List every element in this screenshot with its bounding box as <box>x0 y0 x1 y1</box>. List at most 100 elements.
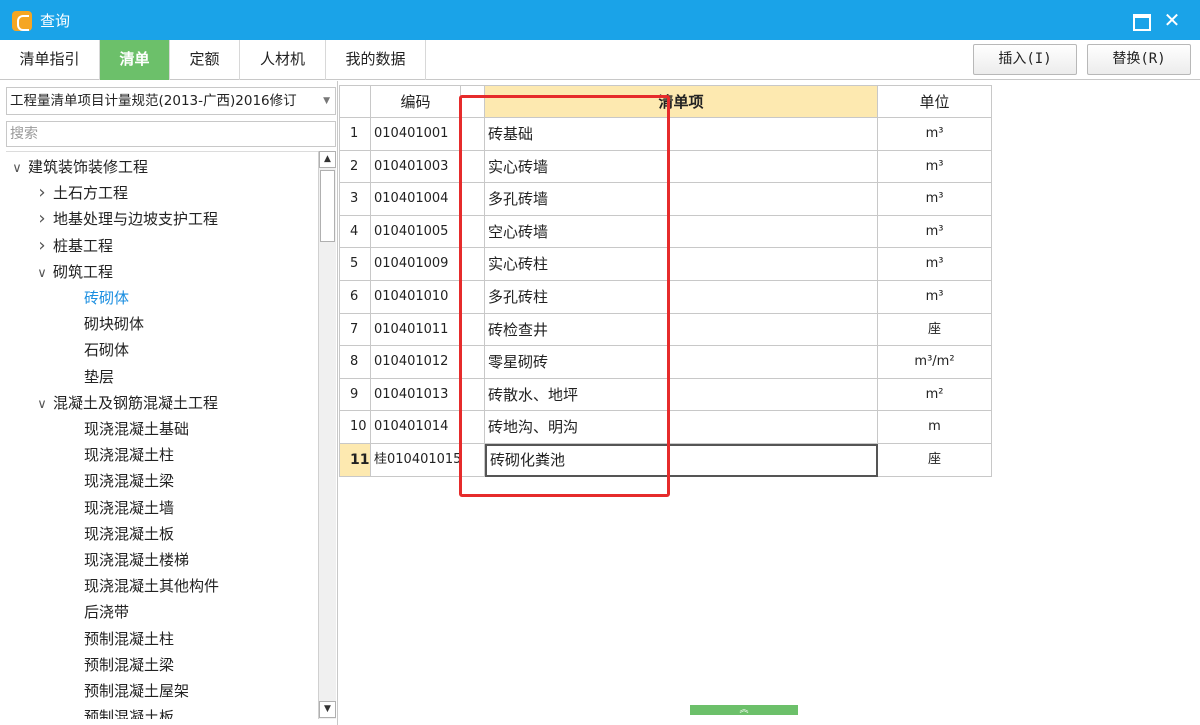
chevron-down-icon[interactable]: ∨ <box>31 392 53 418</box>
row-index[interactable]: 7 <box>339 313 371 347</box>
tree-item[interactable]: ∨ 建筑装饰装修工程 <box>6 154 148 180</box>
insert-button[interactable]: 插入(I) <box>973 44 1077 75</box>
list-code-cell[interactable]: 010401012 <box>371 346 461 379</box>
list-code-cell[interactable]: 010401004 <box>371 183 461 216</box>
list-name-cell[interactable]: 砖地沟、明沟 <box>485 411 878 444</box>
tree-item[interactable]: 预制混凝土柱 <box>84 626 174 652</box>
tree-item[interactable]: › 地基处理与边坡支护工程 <box>31 206 218 232</box>
tree-item[interactable]: 现浇混凝土其他构件 <box>84 573 219 599</box>
list-name-cell[interactable]: 砖散水、地坪 <box>485 378 878 412</box>
list-code-cell[interactable]: 010401005 <box>371 215 461 249</box>
row-index[interactable]: 3 <box>339 183 371 216</box>
row-index[interactable]: 10 <box>339 411 371 444</box>
tree-item[interactable]: 石砌体 <box>84 337 129 363</box>
list-unit-cell[interactable]: m <box>878 411 992 444</box>
list-name-cell[interactable]: 实心砖柱 <box>485 248 878 281</box>
chevron-right-icon[interactable]: › <box>31 233 53 259</box>
list-name-cell[interactable]: 空心砖墙 <box>485 215 878 249</box>
blank-cell[interactable] <box>461 183 485 216</box>
tree-item[interactable]: 预制混凝土屋架 <box>84 678 189 704</box>
list-code-cell[interactable]: 010401003 <box>371 150 461 184</box>
row-index[interactable]: 6 <box>339 281 371 314</box>
tab-labor-material[interactable]: 人材机 <box>240 40 326 80</box>
row-index[interactable]: 8 <box>339 346 371 379</box>
tree-item[interactable]: 砖砌体 <box>84 285 129 311</box>
expand-handle-icon[interactable]: ︽ <box>690 705 798 715</box>
list-unit-cell[interactable]: m³/m² <box>878 346 992 379</box>
list-name-cell[interactable]: 砖砌化粪池 <box>485 444 878 477</box>
list-code-cell[interactable]: 010401013 <box>371 378 461 412</box>
tree-item[interactable]: 现浇混凝土板 <box>84 521 174 547</box>
tree-item[interactable]: 后浇带 <box>84 599 129 625</box>
blank-cell[interactable] <box>461 215 485 249</box>
row-index[interactable]: 4 <box>339 215 371 249</box>
chevron-down-icon[interactable]: ∨ <box>31 261 53 287</box>
tree-item[interactable]: 垫层 <box>84 364 114 390</box>
tab-my-data[interactable]: 我的数据 <box>326 40 426 80</box>
list-code-cell[interactable]: 010401014 <box>371 411 461 444</box>
tree-item[interactable]: 现浇混凝土墙 <box>84 495 174 521</box>
maximize-icon[interactable] <box>1128 8 1152 32</box>
row-index[interactable]: 2 <box>339 150 371 184</box>
scroll-down-icon[interactable]: ▼ <box>319 701 336 718</box>
row-index[interactable]: 1 <box>339 118 371 151</box>
tree-item[interactable]: 预制混凝土梁 <box>84 652 174 678</box>
list-name-cell[interactable]: 多孔砖柱 <box>485 281 878 314</box>
list-code-cell[interactable]: 010401011 <box>371 313 461 347</box>
list-name-cell[interactable]: 砖基础 <box>485 118 878 151</box>
blank-cell[interactable] <box>461 313 485 347</box>
header-name[interactable]: 清单项 <box>485 85 878 118</box>
list-name-cell[interactable]: 多孔砖墙 <box>485 183 878 216</box>
list-unit-cell[interactable]: 座 <box>878 444 992 477</box>
list-name-cell[interactable]: 砖检查井 <box>485 313 878 347</box>
tree-item[interactable]: › 桩基工程 <box>31 233 113 259</box>
tab-list[interactable]: 清单 <box>100 40 170 80</box>
tree-item[interactable]: 预制混凝土板 <box>84 704 174 719</box>
blank-cell[interactable] <box>461 281 485 314</box>
close-icon[interactable]: ✕ <box>1160 8 1184 32</box>
tree-item[interactable]: › 土石方工程 <box>31 180 128 206</box>
tab-list-guide[interactable]: 清单指引 <box>0 40 100 80</box>
list-unit-cell[interactable]: m³ <box>878 215 992 249</box>
scroll-up-icon[interactable]: ▲ <box>319 151 336 168</box>
list-unit-cell[interactable]: m³ <box>878 118 992 151</box>
tree-item[interactable]: ∨ 砌筑工程 <box>31 259 113 285</box>
chevron-right-icon[interactable]: › <box>31 180 53 206</box>
blank-cell[interactable] <box>461 346 485 379</box>
replace-button[interactable]: 替换(R) <box>1087 44 1191 75</box>
list-unit-cell[interactable]: m³ <box>878 248 992 281</box>
list-name-cell[interactable]: 零星砌砖 <box>485 346 878 379</box>
chevron-down-icon[interactable]: ∨ <box>6 156 28 182</box>
list-unit-cell[interactable]: 座 <box>878 313 992 347</box>
spec-select[interactable]: 工程量清单项目计量规范(2013-广西)2016修订 ▼ <box>6 87 336 115</box>
list-name-cell[interactable]: 实心砖墙 <box>485 150 878 184</box>
chevron-right-icon[interactable]: › <box>31 206 53 232</box>
scroll-thumb[interactable] <box>320 170 335 242</box>
list-unit-cell[interactable]: m² <box>878 378 992 412</box>
list-code-cell[interactable]: 010401001 <box>371 118 461 151</box>
tree-item[interactable]: 现浇混凝土梁 <box>84 468 174 494</box>
tree-item[interactable]: 现浇混凝土楼梯 <box>84 547 189 573</box>
tree-item[interactable]: 砌块砌体 <box>84 311 144 337</box>
row-index[interactable]: 5 <box>339 248 371 281</box>
list-code-cell[interactable]: 010401010 <box>371 281 461 314</box>
blank-cell[interactable] <box>461 444 485 477</box>
blank-cell[interactable] <box>461 248 485 281</box>
list-unit-cell[interactable]: m³ <box>878 183 992 216</box>
blank-cell[interactable] <box>461 150 485 184</box>
search-input[interactable] <box>6 121 336 147</box>
list-code-cell[interactable]: 010401009 <box>371 248 461 281</box>
tree-item[interactable]: ∨ 混凝土及钢筋混凝土工程 <box>31 390 218 416</box>
blank-cell[interactable] <box>461 411 485 444</box>
tree-item[interactable]: 现浇混凝土基础 <box>84 416 189 442</box>
list-unit-cell[interactable]: m³ <box>878 150 992 184</box>
tab-quota[interactable]: 定额 <box>170 40 240 80</box>
tree-item[interactable]: 现浇混凝土柱 <box>84 442 174 468</box>
blank-cell[interactable] <box>461 378 485 412</box>
row-index[interactable]: 11 <box>339 444 371 477</box>
list-code-cell[interactable]: 桂010401015 <box>371 444 461 477</box>
blank-cell[interactable] <box>461 118 485 151</box>
list-unit-cell[interactable]: m³ <box>878 281 992 314</box>
tree-scrollbar[interactable]: ▲ ▼ <box>318 151 336 719</box>
row-index[interactable]: 9 <box>339 378 371 412</box>
